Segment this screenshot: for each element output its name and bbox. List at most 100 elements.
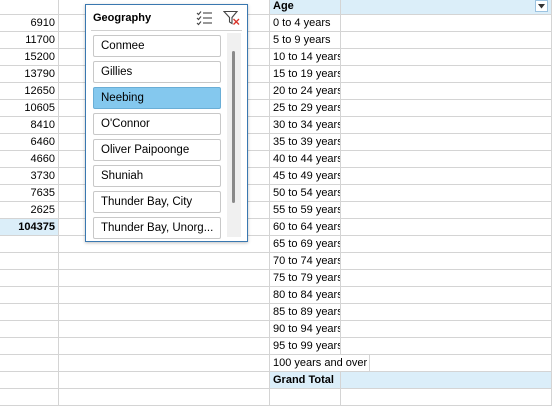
cell-empty[interactable] [59, 253, 270, 270]
age-row-label[interactable]: 20 to 24 years [270, 83, 341, 100]
age-row-label[interactable]: 25 to 29 years [270, 100, 341, 117]
geography-slicer[interactable]: Geography Conmee Gillies Neebing O'Conno… [85, 4, 248, 242]
clear-filter-icon[interactable] [222, 10, 241, 26]
cell-empty[interactable] [59, 287, 270, 304]
table-row: 2625 55 to 59 years [0, 202, 552, 219]
multi-select-icon[interactable] [196, 10, 214, 26]
cell-empty[interactable] [0, 236, 59, 253]
table-row: 7635 50 to 54 years [0, 185, 552, 202]
cell-left-header[interactable] [0, 0, 59, 15]
age-row-label[interactable]: 70 to 74 years [270, 253, 341, 270]
cell-empty[interactable] [341, 134, 552, 151]
slicer-item-conmee[interactable]: Conmee [93, 35, 221, 57]
table-row: 90 to 94 years [0, 321, 552, 338]
age-row-label[interactable]: 10 to 14 years [270, 49, 341, 66]
value-cell[interactable]: 12650 [0, 83, 59, 100]
table-row: 80 to 84 years [0, 287, 552, 304]
value-cell[interactable]: 6460 [0, 134, 59, 151]
slicer-item-shuniah[interactable]: Shuniah [93, 165, 221, 187]
cell-empty[interactable] [341, 185, 552, 202]
cell-empty[interactable] [341, 389, 552, 406]
cell-empty[interactable] [0, 372, 59, 389]
age-row-label[interactable]: 5 to 9 years [270, 32, 341, 49]
age-row-label[interactable]: 15 to 19 years [270, 66, 341, 83]
age-row-label[interactable]: 100 years and over [270, 355, 370, 372]
cell-empty[interactable] [341, 151, 552, 168]
cell-empty[interactable] [341, 32, 552, 49]
age-row-label[interactable]: 0 to 4 years [270, 15, 341, 32]
grand-total-value[interactable]: 104375 [0, 219, 59, 236]
age-row-label[interactable]: 60 to 64 years [270, 219, 341, 236]
cell-empty[interactable] [59, 270, 270, 287]
cell-empty[interactable] [341, 253, 552, 270]
cell-empty[interactable] [341, 15, 552, 32]
cell-empty[interactable] [341, 236, 552, 253]
age-row-label[interactable]: 85 to 89 years [270, 304, 341, 321]
slicer-item-gillies[interactable]: Gillies [93, 61, 221, 83]
slicer-item-oconnor[interactable]: O'Connor [93, 113, 221, 135]
cell-empty[interactable] [0, 389, 59, 406]
cell-empty[interactable] [0, 287, 59, 304]
cell-empty[interactable] [59, 389, 270, 406]
age-row-label[interactable]: 50 to 54 years [270, 185, 341, 202]
table-row [0, 389, 552, 406]
cell-empty[interactable] [0, 338, 59, 355]
cell-empty[interactable] [59, 355, 270, 372]
age-row-label[interactable]: 90 to 94 years [270, 321, 341, 338]
value-cell[interactable]: 11700 [0, 32, 59, 49]
cell-empty[interactable] [59, 304, 270, 321]
slicer-item-neebing[interactable]: Neebing [93, 87, 221, 109]
cell-empty[interactable] [341, 287, 552, 304]
value-cell[interactable]: 8410 [0, 117, 59, 134]
cell-empty[interactable] [341, 168, 552, 185]
age-row-label[interactable]: 95 to 99 years [270, 338, 341, 355]
age-row-label[interactable]: 80 to 84 years [270, 287, 341, 304]
slicer-item-thunder-bay-city[interactable]: Thunder Bay, City [93, 191, 221, 213]
age-row-label[interactable]: 55 to 59 years [270, 202, 341, 219]
cell-empty[interactable] [341, 321, 552, 338]
age-row-label[interactable]: 35 to 39 years [270, 134, 341, 151]
grand-total-fill[interactable] [341, 372, 552, 389]
cell-empty[interactable] [59, 372, 270, 389]
cell-empty[interactable] [370, 355, 552, 372]
cell-empty[interactable] [0, 253, 59, 270]
cell-empty[interactable] [341, 202, 552, 219]
pivot-header-fill[interactable] [341, 0, 552, 15]
cell-empty[interactable] [0, 304, 59, 321]
cell-empty[interactable] [341, 338, 552, 355]
pivot-header-age[interactable]: Age [270, 0, 341, 15]
table-row: 70 to 74 years [0, 253, 552, 270]
value-cell[interactable]: 3730 [0, 168, 59, 185]
cell-empty[interactable] [0, 270, 59, 287]
slicer-scrollbar-thumb[interactable] [232, 51, 235, 203]
cell-empty[interactable] [0, 321, 59, 338]
cell-empty[interactable] [341, 117, 552, 134]
cell-empty[interactable] [341, 219, 552, 236]
cell-empty[interactable] [341, 100, 552, 117]
age-row-label[interactable]: 40 to 44 years [270, 151, 341, 168]
cell-empty[interactable] [0, 355, 59, 372]
slicer-item-oliver-paipoonge[interactable]: Oliver Paipoonge [93, 139, 221, 161]
cell-empty[interactable] [341, 66, 552, 83]
cell-empty[interactable] [270, 389, 341, 406]
cell-empty[interactable] [341, 270, 552, 287]
value-cell[interactable]: 4660 [0, 151, 59, 168]
cell-empty[interactable] [341, 49, 552, 66]
cell-empty[interactable] [341, 83, 552, 100]
age-row-label[interactable]: 65 to 69 years [270, 236, 341, 253]
cell-empty[interactable] [341, 304, 552, 321]
dropdown-arrow-icon[interactable] [535, 0, 548, 12]
value-cell[interactable]: 10605 [0, 100, 59, 117]
cell-empty[interactable] [59, 338, 270, 355]
grand-total-label[interactable]: Grand Total [270, 372, 341, 389]
value-cell[interactable]: 15200 [0, 49, 59, 66]
value-cell[interactable]: 6910 [0, 15, 59, 32]
cell-empty[interactable] [59, 321, 270, 338]
value-cell[interactable]: 7635 [0, 185, 59, 202]
age-row-label[interactable]: 30 to 34 years [270, 117, 341, 134]
age-row-label[interactable]: 75 to 79 years [270, 270, 341, 287]
value-cell[interactable]: 2625 [0, 202, 59, 219]
value-cell[interactable]: 13790 [0, 66, 59, 83]
age-row-label[interactable]: 45 to 49 years [270, 168, 341, 185]
slicer-item-thunder-bay-unorg[interactable]: Thunder Bay, Unorg... [93, 217, 221, 239]
